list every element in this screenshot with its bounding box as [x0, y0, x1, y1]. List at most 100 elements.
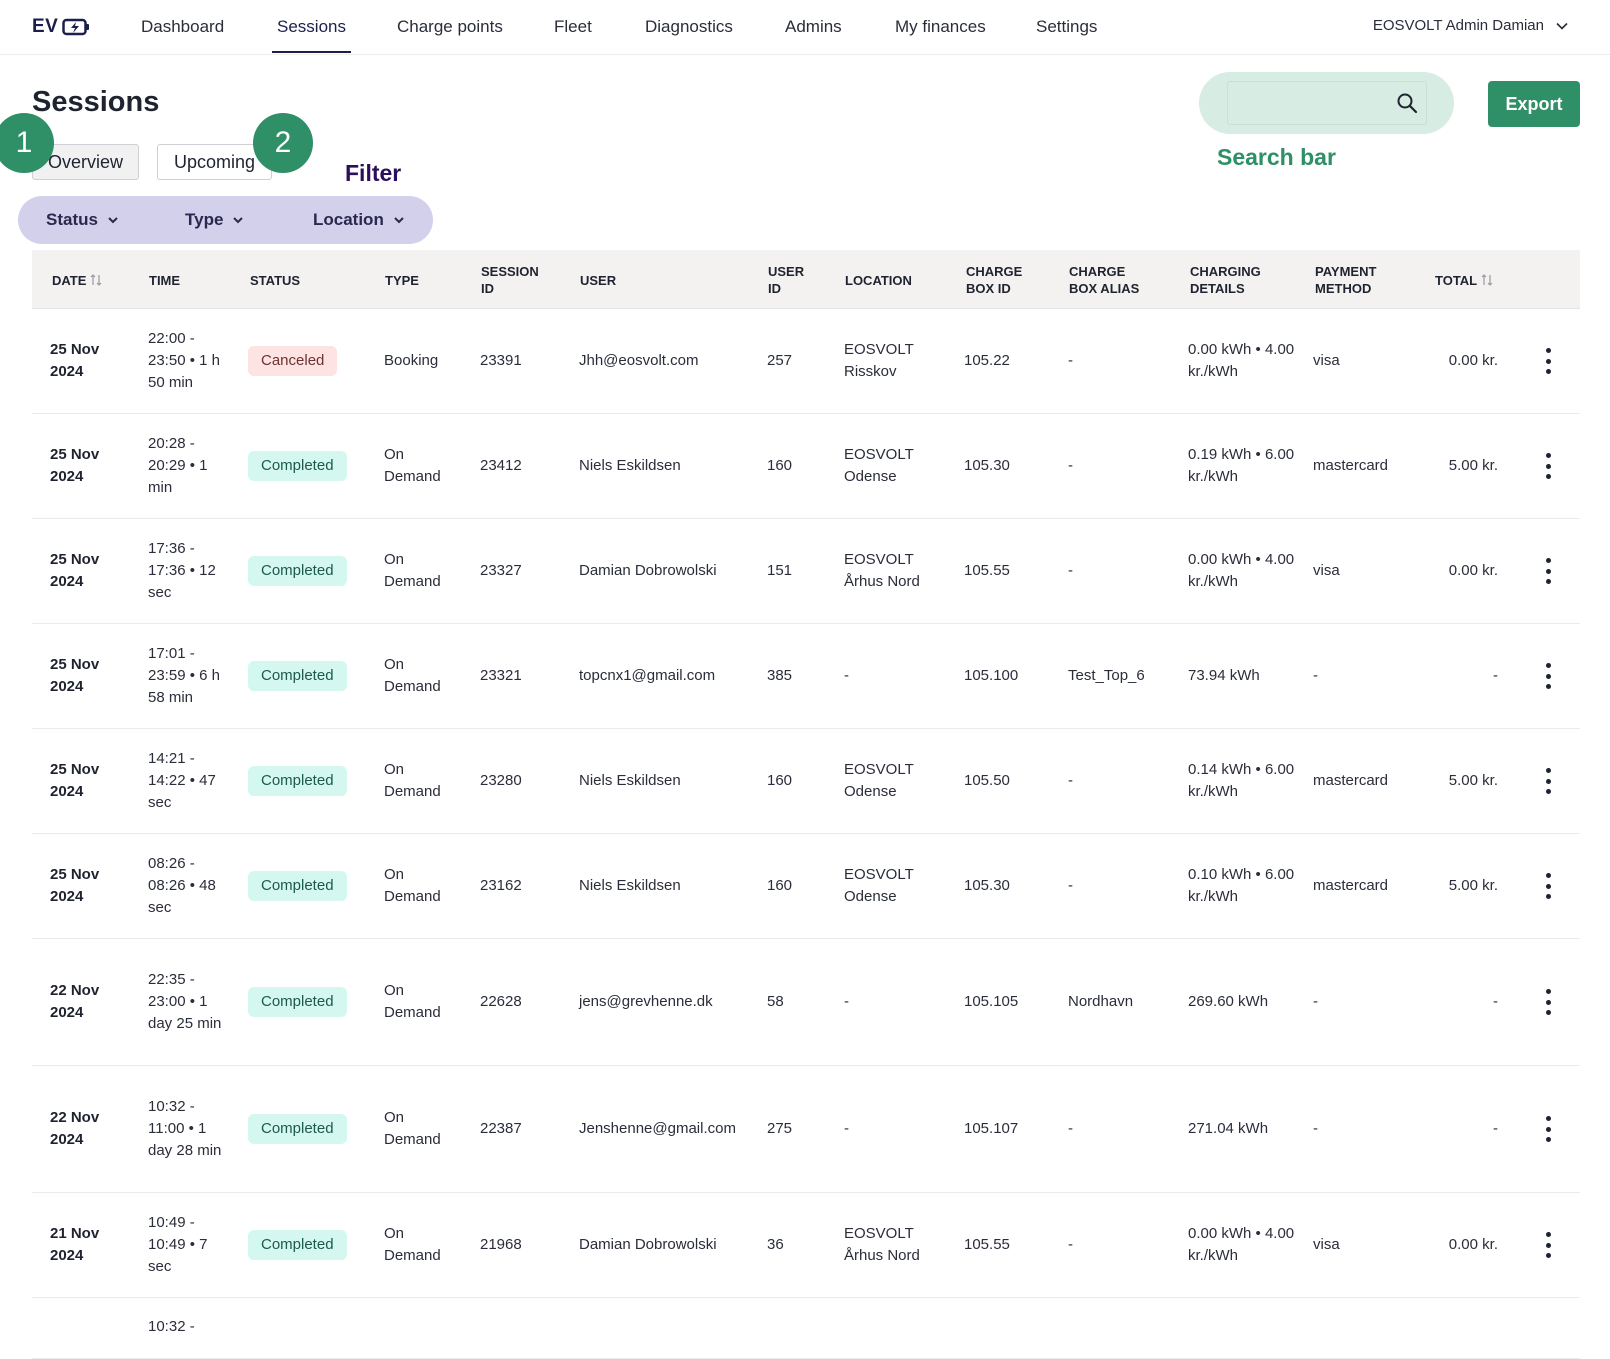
- table-row[interactable]: 22 Nov 2024 22:35 - 23:00 • 1 day 25 min C…: [32, 939, 1580, 1066]
- nav-diagnostics[interactable]: Diagnostics: [645, 17, 733, 37]
- cell-charge-box-alias: -: [1068, 877, 1073, 894]
- cell-charge-box-id: 105.107: [964, 1120, 1019, 1137]
- column-header-user-id: USER ID: [768, 264, 805, 296]
- cell-user-id: 385: [767, 667, 793, 684]
- cell-charging-details: 73.94 kWh: [1188, 667, 1260, 684]
- cell-charge-box-id: 105.50: [964, 772, 1010, 789]
- table-row[interactable]: 22 Nov 2024 10:32 - 11:00 • 1 day 28 min C…: [32, 1066, 1580, 1193]
- cell-type: On Demand: [384, 656, 441, 695]
- cell-user-id: 151: [767, 562, 793, 579]
- cell-user: Niels Eskildsen: [579, 772, 681, 789]
- cell-type: On Demand: [384, 551, 441, 590]
- cell-user: Niels Eskildsen: [579, 877, 681, 894]
- search-icon[interactable]: [1395, 91, 1419, 115]
- column-header-type: TYPE: [385, 272, 419, 288]
- more-options-icon[interactable]: [1540, 989, 1556, 1015]
- cell-payment-method: -: [1313, 993, 1318, 1010]
- cell-user-id: 160: [767, 457, 793, 474]
- table-row[interactable]: 25 Nov 2024 17:01 - 23:59 • 6 h 58 min Com…: [32, 624, 1580, 729]
- cell-time: 22:35 - 23:00 • 1 day 25 min: [148, 971, 222, 1032]
- column-header-date[interactable]: DATE: [52, 262, 102, 298]
- cell-status: Completed: [248, 1230, 347, 1260]
- column-header-charge-box-id: CHARGE BOX ID: [966, 264, 1023, 296]
- cell-total: 5.00 kr.: [1448, 457, 1498, 474]
- column-header-time: TIME: [149, 272, 181, 288]
- more-options-icon[interactable]: [1540, 873, 1556, 899]
- brand-logo[interactable]: EV: [32, 16, 90, 38]
- table-row[interactable]: 21 Nov 2024 10:49 - 10:49 • 7 sec Complete…: [32, 1193, 1580, 1298]
- account-menu[interactable]: EOSVOLT Admin Damian: [1373, 17, 1568, 34]
- table-row[interactable]: 25 Nov 2024 17:36 - 17:36 • 12 sec Complet…: [32, 519, 1580, 624]
- nav-my-finances[interactable]: My finances: [895, 17, 986, 37]
- cell-session-id: 22628: [480, 993, 522, 1010]
- more-options-icon[interactable]: [1540, 453, 1556, 479]
- table-row[interactable]: 10:32 -: [32, 1298, 1580, 1359]
- more-options-icon[interactable]: [1540, 1232, 1556, 1258]
- nav-sessions[interactable]: Sessions: [272, 17, 351, 53]
- table-row[interactable]: 25 Nov 2024 08:26 - 08:26 • 48 sec Complet…: [32, 834, 1580, 939]
- more-options-icon[interactable]: [1540, 348, 1556, 374]
- cell-time: 22:00 - 23:50 • 1 h 50 min: [148, 330, 220, 391]
- status-badge: Completed: [248, 871, 347, 901]
- nav-fleet[interactable]: Fleet: [554, 17, 592, 37]
- cell-user: topcnx1@gmail.com: [579, 667, 716, 684]
- cell-session-id: 23391: [480, 352, 522, 369]
- status-badge: Completed: [248, 556, 347, 586]
- cell-status: Completed: [248, 766, 347, 796]
- column-header-payment-method: PAYMENT METHOD: [1315, 264, 1377, 296]
- cell-payment-method: mastercard: [1313, 877, 1389, 894]
- table-row[interactable]: 25 Nov 2024 14:21 - 14:22 • 47 sec Complet…: [32, 729, 1580, 834]
- location-filter-dropdown[interactable]: Location: [313, 210, 404, 230]
- cell-user-id: 275: [767, 1120, 793, 1137]
- cell-total: -: [1493, 667, 1498, 684]
- nav-settings[interactable]: Settings: [1036, 17, 1097, 37]
- column-header-total[interactable]: TOTAL: [1435, 262, 1493, 298]
- cell-time: 10:49 - 10:49 • 7 sec: [148, 1214, 208, 1275]
- cell-type: On Demand: [384, 1225, 441, 1264]
- cell-user: Niels Eskildsen: [579, 457, 681, 474]
- cell-charge-box-alias: Nordhavn: [1068, 993, 1134, 1010]
- filter-bar: Status Type Location: [18, 196, 433, 244]
- nav-dashboard[interactable]: Dashboard: [141, 17, 224, 37]
- nav-charge-points[interactable]: Charge points: [397, 17, 503, 37]
- type-filter-dropdown[interactable]: Type: [185, 210, 244, 230]
- table-row[interactable]: 25 Nov 2024 20:28 - 20:29 • 1 min Complete…: [32, 414, 1580, 519]
- table-row[interactable]: 25 Nov 2024 22:00 - 23:50 • 1 h 50 min Can…: [32, 309, 1580, 414]
- cell-charge-box-id: 105.55: [964, 1236, 1010, 1253]
- cell-location: EOSVOLT Odense: [844, 761, 914, 800]
- cell-time: 10:32 -: [148, 1318, 195, 1335]
- cell-charging-details: 271.04 kWh: [1188, 1120, 1269, 1137]
- status-badge: Canceled: [248, 346, 338, 376]
- more-options-icon[interactable]: [1540, 768, 1556, 794]
- cell-user-id: 36: [767, 1236, 784, 1253]
- cell-payment-method: mastercard: [1313, 457, 1389, 474]
- nav-admins[interactable]: Admins: [785, 17, 842, 37]
- cell-charge-box-alias: -: [1068, 457, 1073, 474]
- cell-location: EOSVOLT Odense: [844, 866, 914, 905]
- cell-charge-box-alias: -: [1068, 1236, 1073, 1253]
- cell-time: 17:01 - 23:59 • 6 h 58 min: [148, 645, 220, 706]
- cell-user: Jenshenne@gmail.com: [579, 1120, 736, 1137]
- status-filter-dropdown[interactable]: Status: [46, 210, 118, 230]
- cell-location: EOSVOLT Århus Nord: [844, 1225, 920, 1264]
- cell-date: 21 Nov 2024: [50, 1225, 100, 1264]
- cell-status: Completed: [248, 556, 347, 586]
- cell-charge-box-alias: -: [1068, 772, 1073, 789]
- more-options-icon[interactable]: [1540, 663, 1556, 689]
- cell-location: -: [844, 667, 849, 684]
- column-header-session-id: SESSION ID: [481, 264, 539, 296]
- cell-status: Completed: [248, 661, 347, 691]
- cell-date: 25 Nov 2024: [50, 551, 100, 590]
- cell-time: 20:28 - 20:29 • 1 min: [148, 435, 208, 496]
- more-options-icon[interactable]: [1540, 558, 1556, 584]
- cell-session-id: 23327: [480, 562, 522, 579]
- battery-bolt-icon: [62, 18, 90, 36]
- cell-user-id: 58: [767, 993, 784, 1010]
- column-header-date-label: DATE: [52, 272, 87, 288]
- cell-location: -: [844, 1120, 849, 1137]
- status-badge: Completed: [248, 661, 347, 691]
- export-button[interactable]: Export: [1488, 81, 1580, 127]
- sort-icon: [91, 274, 102, 286]
- cell-status: Canceled: [248, 346, 338, 376]
- more-options-icon[interactable]: [1540, 1116, 1556, 1142]
